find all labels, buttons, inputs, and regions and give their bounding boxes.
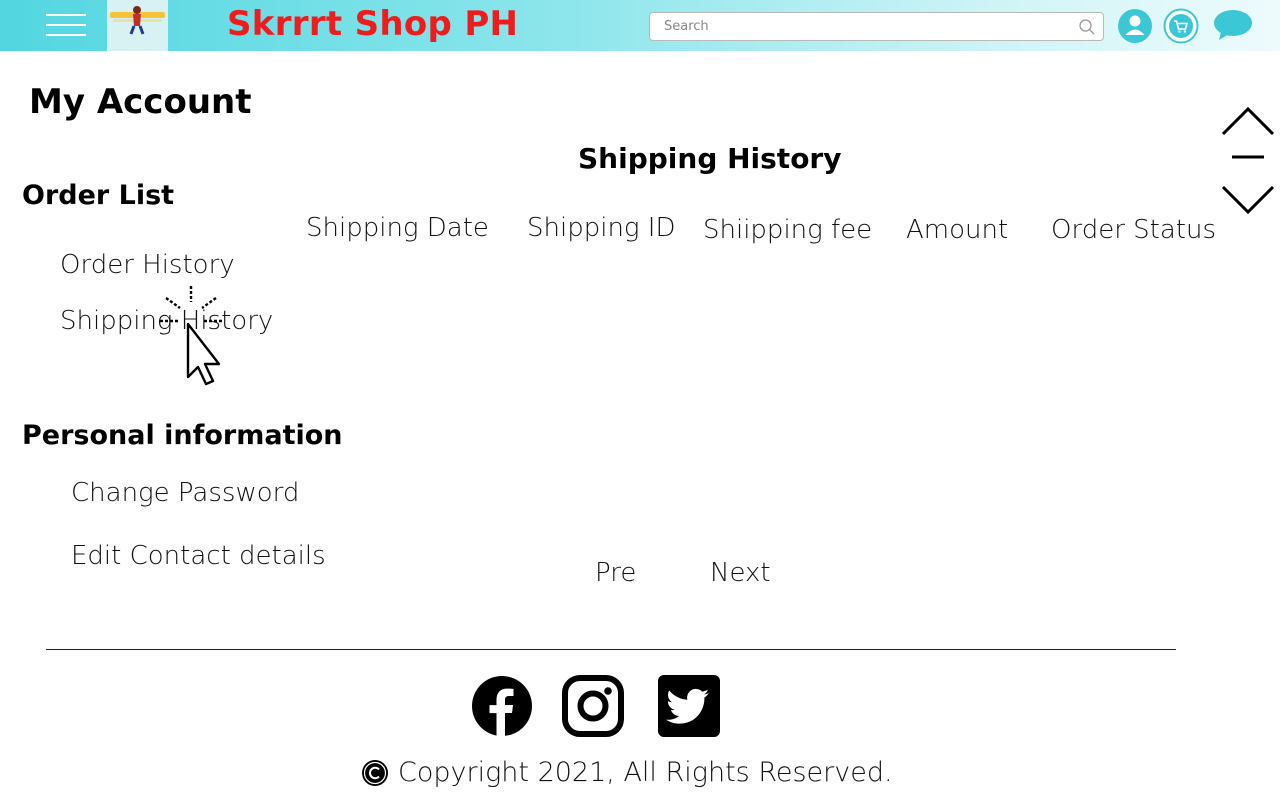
top-header: Skrrrt Shop PH <box>0 0 1280 51</box>
order-history-link[interactable]: Order History <box>60 250 235 280</box>
shop-logo[interactable] <box>107 0 168 51</box>
menu-icon[interactable] <box>46 12 86 38</box>
column-header-shipping-fee: Shiipping fee <box>703 215 873 245</box>
chevron-up-icon[interactable] <box>1221 105 1275 137</box>
shipping-history-link[interactable]: Shipping History <box>60 306 273 336</box>
edit-contact-details-link[interactable]: Edit Contact details <box>71 541 326 571</box>
chat-icon[interactable] <box>1213 8 1253 44</box>
column-header-order-status: Order Status <box>1051 215 1217 245</box>
cart-icon[interactable] <box>1163 8 1199 44</box>
shipping-history-title: Shipping History <box>578 142 842 175</box>
copyright-notice: Copyright 2021, All Rights Reserved. <box>361 757 893 788</box>
prev-page-button[interactable]: Pre <box>595 558 636 588</box>
instagram-icon[interactable] <box>562 675 624 737</box>
facebook-icon[interactable] <box>471 675 533 737</box>
copyright-icon <box>362 759 388 786</box>
brand-name[interactable]: Skrrrt Shop PH <box>227 4 518 44</box>
footer-divider <box>46 649 1176 650</box>
copyright-text: Copyright 2021, All Rights Reserved. <box>398 757 893 788</box>
search-bar[interactable] <box>649 12 1104 41</box>
search-icon[interactable] <box>1077 17 1097 37</box>
personal-info-heading: Personal information <box>22 420 343 451</box>
column-header-amount: Amount <box>906 215 1009 245</box>
change-password-link[interactable]: Change Password <box>71 478 299 508</box>
user-icon[interactable] <box>1117 8 1153 44</box>
column-header-shipping-date: Shipping Date <box>306 213 489 243</box>
mouse-pointer-icon <box>160 286 222 386</box>
column-header-shipping-id: Shipping ID <box>527 213 676 243</box>
next-page-button[interactable]: Next <box>710 558 771 588</box>
chevron-down-icon[interactable] <box>1221 184 1275 216</box>
page-title: My Account <box>29 82 252 122</box>
search-input[interactable] <box>650 13 1070 40</box>
twitter-icon[interactable] <box>658 675 720 737</box>
order-list-heading: Order List <box>22 180 175 211</box>
minus-icon[interactable] <box>1231 154 1265 160</box>
